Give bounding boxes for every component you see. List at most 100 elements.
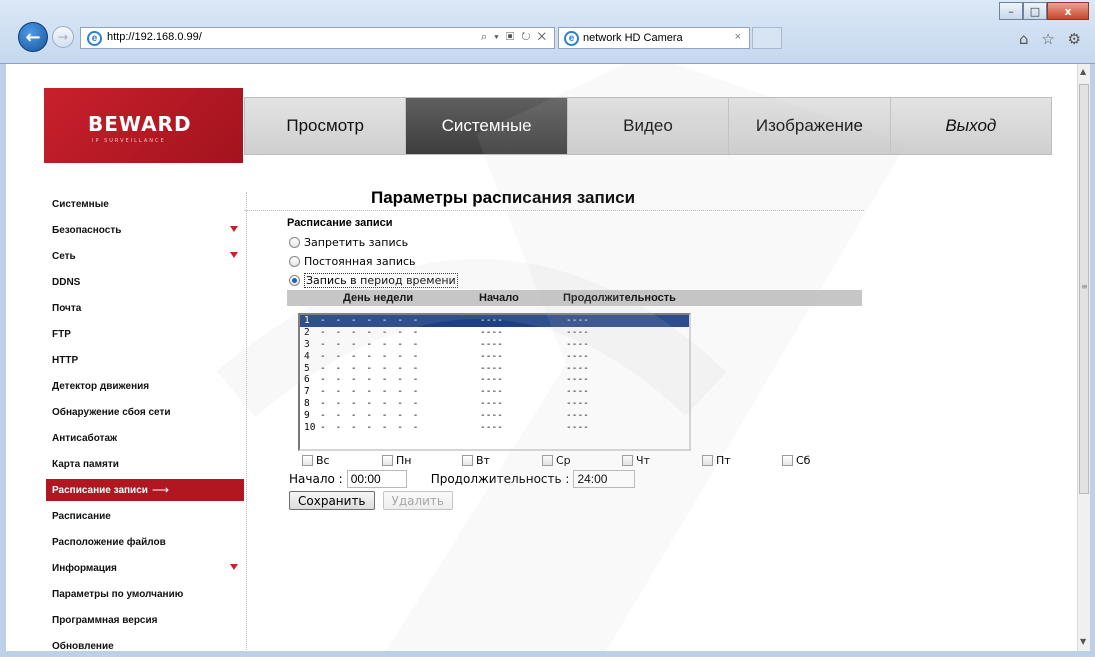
sidebar-item-info[interactable]: Информация [46, 555, 244, 581]
schedule-cell-dur: ---- [566, 422, 589, 434]
minimize-button[interactable]: – [999, 2, 1023, 20]
checkbox-icon[interactable] [622, 455, 633, 466]
sidebar-item-ftp[interactable]: FTP [46, 321, 244, 347]
schedule-row[interactable]: 2 - - - - - - - ---- ---- [300, 327, 689, 339]
schedule-cell-dur: ---- [566, 350, 589, 362]
start-input[interactable] [346, 470, 407, 488]
sidebar-item-update[interactable]: Обновление [46, 633, 244, 652]
schedule-cell-start: ---- [480, 410, 503, 422]
schedule-cell-days: - - - - - - - [320, 350, 421, 362]
schedule-listbox[interactable]: 1- - - - - - - ---- ---- 2 - - - - - - - ----… [298, 313, 691, 451]
sidebar-item-system[interactable]: Системные [46, 191, 244, 217]
menu-view[interactable]: Просмотр [245, 98, 407, 154]
sidebar-item-security[interactable]: Безопасность [46, 217, 244, 243]
window-frame-bottom [0, 651, 1095, 657]
sidebar-item-file-location[interactable]: Расположение файлов [46, 529, 244, 555]
top-menu: Просмотр Системные Видео Изображение Вых… [244, 97, 1052, 155]
browser-tab[interactable]: e network HD Camera × [558, 27, 750, 49]
day-sun[interactable]: Вс [302, 454, 382, 467]
schedule-row[interactable]: 6 - - - - - - - ---- ---- [300, 374, 689, 386]
checkbox-icon[interactable] [462, 455, 473, 466]
schedule-cell-dur: ---- [566, 362, 589, 374]
schedule-cell-n: 2 [304, 326, 310, 338]
sidebar-item-defaults[interactable]: Параметры по умолчанию [46, 581, 244, 607]
day-fri[interactable]: Пт [702, 454, 782, 467]
schedule-cell-start: ---- [480, 362, 503, 374]
schedule-cell-start: ---- [480, 315, 503, 326]
schedule-cell-n: 4 [304, 350, 310, 362]
day-sat[interactable]: Сб [782, 454, 862, 467]
expand-triangle-icon [230, 226, 238, 232]
sidebar-item-ddns[interactable]: DDNS [46, 269, 244, 295]
beward-logo: BEWARD IP SURVEILLANCE [44, 88, 243, 163]
vertical-scrollbar[interactable]: ▲ ≡ ▼ [1077, 64, 1090, 651]
close-window-button[interactable]: x [1047, 2, 1089, 20]
sidebar: Системные Безопасность Сеть DDNS Почта F… [46, 191, 244, 651]
sidebar-item-network-failure[interactable]: Обнаружение сбоя сети [46, 399, 244, 425]
checkbox-icon[interactable] [542, 455, 553, 466]
new-tab-button[interactable] [752, 27, 782, 49]
schedule-row[interactable]: 1 - - - - - - - ---- ---- [300, 315, 689, 327]
address-tools-icons[interactable]: ⌕ ▾ ▣ ↻ ✕ [481, 31, 548, 44]
day-tue[interactable]: Вт [462, 454, 542, 467]
schedule-row[interactable]: 7 - - - - - - - ---- ---- [300, 386, 689, 398]
checkbox-icon[interactable] [782, 455, 793, 466]
checkbox-icon[interactable] [702, 455, 713, 466]
scroll-up-icon[interactable]: ▲ [1080, 67, 1086, 76]
radio-period-record[interactable]: Запись в период времени [289, 273, 458, 288]
day-wed[interactable]: Ср [542, 454, 622, 467]
sidebar-item-tamper[interactable]: Антисаботаж [46, 425, 244, 451]
schedule-row[interactable]: 4 - - - - - - - ---- ---- [300, 351, 689, 363]
sidebar-divider [246, 192, 247, 651]
sidebar-item-firmware-version[interactable]: Программная версия [46, 607, 244, 633]
checkbox-icon[interactable] [302, 455, 313, 466]
sidebar-item-motion[interactable]: Детектор движения [46, 373, 244, 399]
sidebar-item-schedule[interactable]: Расписание [46, 503, 244, 529]
sidebar-item-mail[interactable]: Почта [46, 295, 244, 321]
menu-image[interactable]: Изображение [729, 98, 891, 154]
schedule-cell-n: 3 [304, 338, 310, 350]
back-button[interactable]: ← [18, 22, 48, 52]
radio-icon[interactable] [289, 256, 300, 267]
schedule-cell-days: - - - - - - - [320, 422, 421, 434]
maximize-button[interactable]: □ [1023, 2, 1047, 20]
sidebar-item-record-schedule[interactable]: Расписание записи ⟶ [46, 479, 244, 501]
title-divider [244, 210, 864, 211]
radio-icon[interactable] [289, 237, 300, 248]
tab-close-icon[interactable]: × [735, 31, 741, 43]
schedule-row[interactable]: 5 - - - - - - - ---- ---- [300, 363, 689, 375]
action-buttons: Сохранить Удалить [289, 491, 461, 510]
day-mon[interactable]: Пн [382, 454, 462, 467]
checkbox-icon[interactable] [382, 455, 393, 466]
schedule-cell-n: 8 [304, 398, 310, 410]
radio-disable-record[interactable]: Запретить запись [289, 236, 408, 249]
sidebar-item-network[interactable]: Сеть [46, 243, 244, 269]
col-weekday: День недели [343, 292, 414, 304]
schedule-cell-dur: ---- [566, 326, 589, 338]
sidebar-item-memory-card[interactable]: Карта памяти [46, 451, 244, 477]
delete-button[interactable]: Удалить [382, 491, 453, 510]
sidebar-item-http[interactable]: HTTP [46, 347, 244, 373]
radio-continuous-record[interactable]: Постоянная запись [289, 255, 416, 268]
schedule-cell-n: 5 [304, 362, 310, 374]
schedule-cell-days: - - - - - - - [320, 326, 421, 338]
schedule-row[interactable]: 10 - - - - - - - ---- ---- [300, 422, 689, 434]
schedule-cell-start: ---- [480, 374, 503, 386]
menu-logout[interactable]: Выход [891, 98, 1051, 154]
schedule-row[interactable]: 9 - - - - - - - ---- ---- [300, 410, 689, 422]
duration-input[interactable] [573, 470, 636, 488]
menu-video[interactable]: Видео [568, 98, 730, 154]
schedule-cell-dur: ---- [566, 338, 589, 350]
toolbar-icons[interactable]: ⌂ ☆ ⚙ [1019, 30, 1085, 48]
duration-label: Продолжительность : [430, 472, 570, 486]
menu-system[interactable]: Системные [406, 98, 568, 154]
forward-button[interactable]: → [52, 26, 74, 48]
radio-checked-icon[interactable] [289, 275, 300, 286]
scroll-down-icon[interactable]: ▼ [1080, 637, 1086, 646]
day-thu[interactable]: Чт [622, 454, 702, 467]
schedule-cell-days: - - - - - - - [320, 386, 421, 398]
schedule-row[interactable]: 3 - - - - - - - ---- ---- [300, 339, 689, 351]
save-button[interactable]: Сохранить [289, 491, 375, 510]
address-bar[interactable]: e http://192.168.0.99/ ⌕ ▾ ▣ ↻ ✕ [80, 27, 555, 49]
schedule-row[interactable]: 8 - - - - - - - ---- ---- [300, 398, 689, 410]
